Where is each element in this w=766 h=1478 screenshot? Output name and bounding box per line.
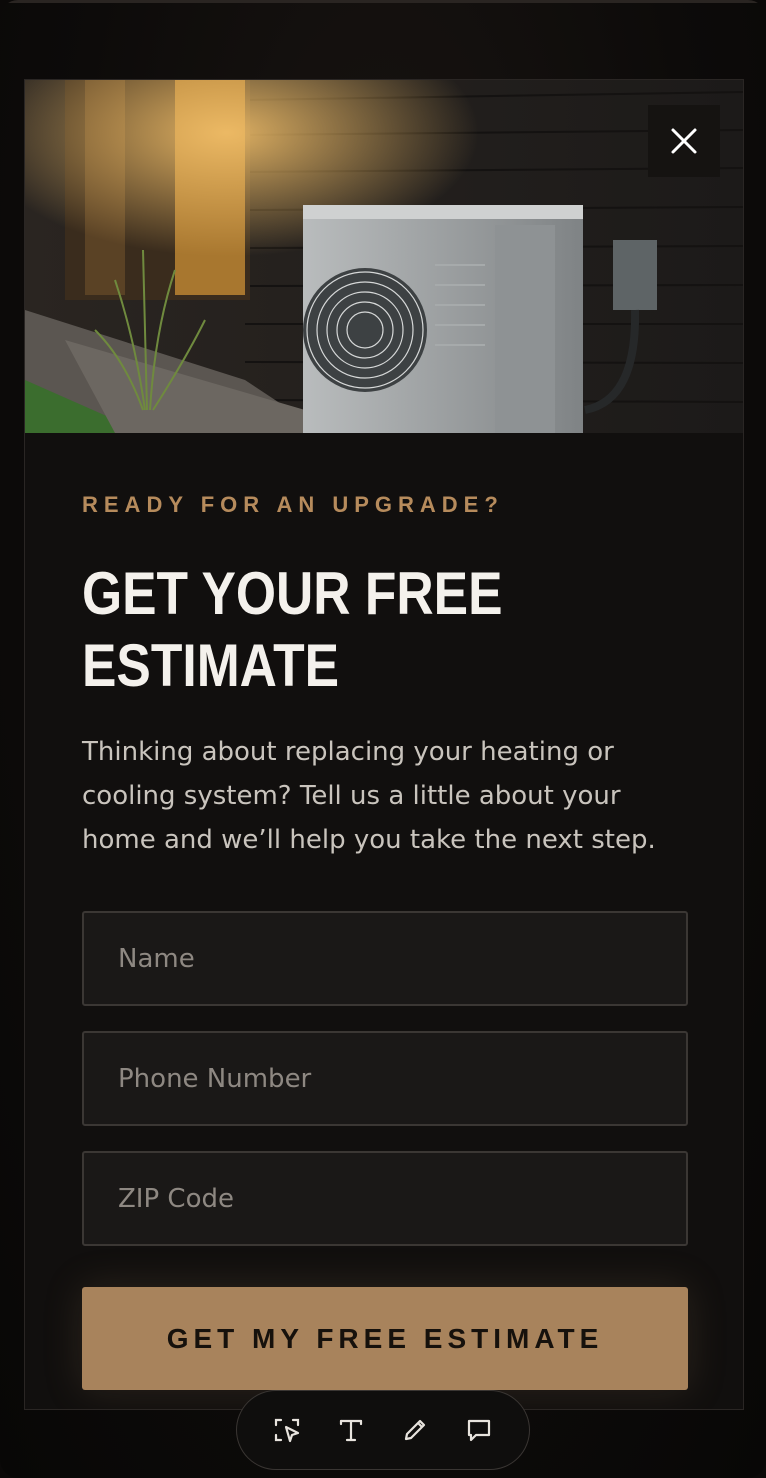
annotation-toolbar: [236, 1390, 530, 1470]
headline-line-2: ESTIMATE: [82, 632, 340, 699]
page-title: GET YOUR FREE ESTIMATE: [82, 558, 598, 702]
close-button[interactable]: [648, 105, 720, 177]
phone-field[interactable]: [82, 1031, 688, 1126]
zip-input[interactable]: [118, 1183, 686, 1214]
eyebrow-label: READY FOR AN UPGRADE?: [82, 492, 504, 517]
pencil-tool-button[interactable]: [389, 1404, 441, 1456]
phone-input[interactable]: [118, 1063, 686, 1094]
pencil-icon: [404, 1419, 426, 1441]
submit-button-label: GET MY FREE ESTIMATE: [166, 1322, 604, 1354]
comment-icon: [467, 1419, 491, 1442]
headline-line-1: GET YOUR FREE: [82, 560, 503, 627]
select-icon: [274, 1418, 300, 1443]
close-icon: [671, 128, 697, 154]
name-field[interactable]: [82, 911, 688, 1006]
select-tool-button[interactable]: [261, 1404, 313, 1456]
estimate-modal: READY FOR AN UPGRADE? GET YOUR FREE ESTI…: [24, 79, 744, 1410]
text-icon: [339, 1419, 363, 1442]
submit-button[interactable]: GET MY FREE ESTIMATE: [82, 1287, 688, 1390]
description-text: Thinking about replacing your heating or…: [82, 737, 656, 855]
name-input[interactable]: [118, 943, 686, 974]
comment-tool-button[interactable]: [453, 1404, 505, 1456]
ac-unit-photo: [25, 80, 743, 433]
app-frame: READY FOR AN UPGRADE? GET YOUR FREE ESTI…: [0, 0, 766, 1478]
zip-field[interactable]: [82, 1151, 688, 1246]
frame-edge: [0, 0, 766, 3]
text-tool-button[interactable]: [325, 1404, 377, 1456]
hero-image: [25, 80, 743, 433]
